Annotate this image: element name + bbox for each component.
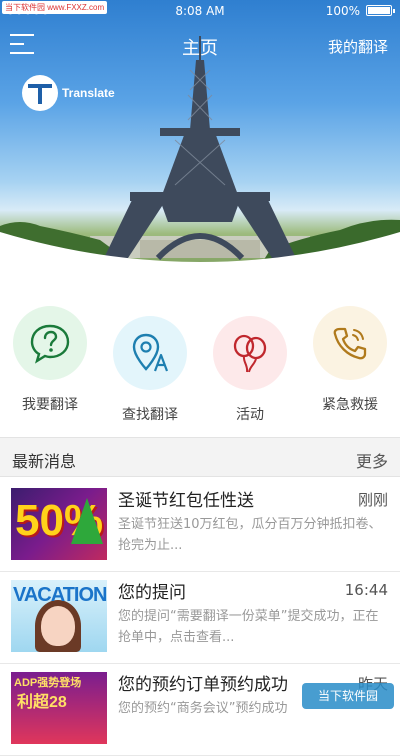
action-label: 活动 xyxy=(200,404,300,424)
news-time: 刚刚 xyxy=(358,489,388,510)
news-title: 圣诞节红包任性送 xyxy=(118,486,254,511)
my-translations-link[interactable]: 我的翻译 xyxy=(328,36,388,57)
action-label: 查找翻译 xyxy=(100,404,200,424)
battery-icon xyxy=(366,5,392,16)
news-item[interactable]: VACATION 您的提问 16:44 您的提问“需要翻译一份菜单”提交成功，正… xyxy=(0,570,400,664)
action-label: 紧急救援 xyxy=(300,394,400,414)
logo-text: Translate xyxy=(62,86,115,100)
news-item[interactable]: 50% 圣诞节红包任性送 刚刚 圣诞节狂送10万红包，瓜分百万分钟抵扣卷、抢完为… xyxy=(0,478,400,572)
more-news-link[interactable]: 更多 xyxy=(356,448,388,472)
action-events[interactable]: 活动 xyxy=(200,316,300,424)
news-thumbnail: ADP强势登场 利超28 xyxy=(11,672,107,744)
news-desc: 圣诞节狂送10万红包，瓜分百万分钟抵扣卷、抢完为止... xyxy=(118,514,388,556)
news-title: 您的预约订单预约成功 xyxy=(118,670,288,695)
logo-mark-icon xyxy=(22,75,58,111)
map-pin-translate-icon xyxy=(113,316,187,390)
news-title: 您的提问 xyxy=(118,578,186,603)
balloons-icon xyxy=(213,316,287,390)
action-find-translation[interactable]: 查找翻译 xyxy=(100,316,200,424)
news-thumbnail: 50% xyxy=(11,488,107,560)
news-item[interactable]: ADP强势登场 利超28 您的预约订单预约成功 昨天 您的预约“商务会议”预约成… xyxy=(0,662,400,756)
hero-curve xyxy=(0,232,400,292)
news-desc: 您的提问“需要翻译一份菜单”提交成功，正在抢单中，点击查看... xyxy=(118,606,388,648)
quick-actions: 我要翻译 查找翻译 活动 紧急救援 xyxy=(0,306,400,424)
hero-banner: ●●●●● 当下软件园 www.FXXZ.com 8:08 AM 100% 主页… xyxy=(0,0,400,292)
christmas-tree-icon xyxy=(71,498,103,544)
action-emergency-help[interactable]: 紧急救援 xyxy=(300,306,400,414)
news-time: 16:44 xyxy=(345,581,388,599)
status-bar: ●●●●● 当下软件园 www.FXXZ.com 8:08 AM 100% xyxy=(0,0,400,22)
action-label: 我要翻译 xyxy=(0,394,100,414)
battery-percent: 100% xyxy=(326,4,360,18)
news-header: 最新消息 更多 xyxy=(0,437,400,477)
top-nav: 主页 我的翻译 xyxy=(0,26,400,66)
news-section-title: 最新消息 xyxy=(12,448,76,472)
action-request-translation[interactable]: 我要翻译 xyxy=(0,306,100,414)
news-thumbnail: VACATION xyxy=(11,580,107,652)
phone-icon xyxy=(313,306,387,380)
app-logo: Translate xyxy=(22,74,115,112)
watermark: 当下软件园 xyxy=(302,683,394,709)
question-bubble-icon xyxy=(13,306,87,380)
person-icon xyxy=(41,606,75,646)
